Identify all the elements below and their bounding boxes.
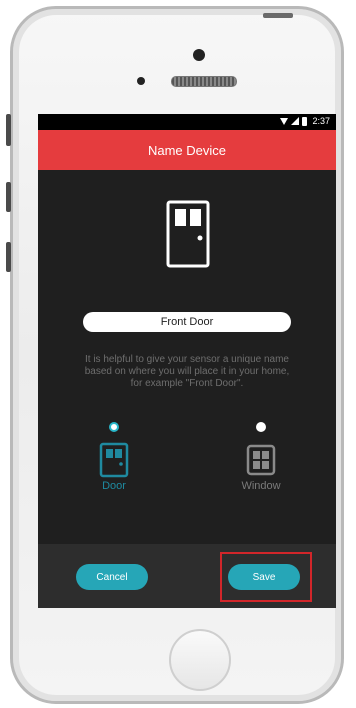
door-label: Door (102, 480, 126, 492)
window-radio[interactable] (256, 422, 266, 432)
volume-down-button (6, 242, 11, 272)
status-time: 2:37 (312, 116, 330, 126)
front-camera (193, 49, 205, 61)
signal-icon (291, 117, 300, 125)
status-bar: 2:37 (38, 114, 336, 130)
power-button (263, 13, 293, 18)
device-type-window[interactable]: Window (231, 422, 291, 492)
door-icon (99, 442, 129, 478)
page-title: Name Device (147, 142, 227, 158)
door-icon (166, 200, 210, 268)
home-button[interactable] (169, 629, 231, 691)
cancel-button[interactable]: Cancel (76, 564, 148, 590)
app-bar: Name Device (38, 130, 336, 170)
action-bar: Cancel Save (38, 544, 336, 608)
wifi-icon (280, 117, 289, 125)
proximity-sensor (137, 77, 145, 85)
help-text: It is helpful to give your sensor a uniq… (84, 354, 290, 389)
earpiece-speaker (171, 76, 237, 87)
app-screen: 2:37 Name Device It is helpful to give y… (38, 114, 336, 608)
battery-icon (302, 116, 308, 126)
save-highlight-box (220, 552, 312, 602)
door-radio[interactable] (109, 422, 119, 432)
volume-up-button (6, 182, 11, 212)
device-name-input[interactable] (83, 312, 291, 332)
device-type-door[interactable]: Door (84, 422, 144, 492)
window-icon (246, 444, 276, 476)
window-label: Window (241, 480, 281, 492)
mute-switch (6, 114, 11, 146)
